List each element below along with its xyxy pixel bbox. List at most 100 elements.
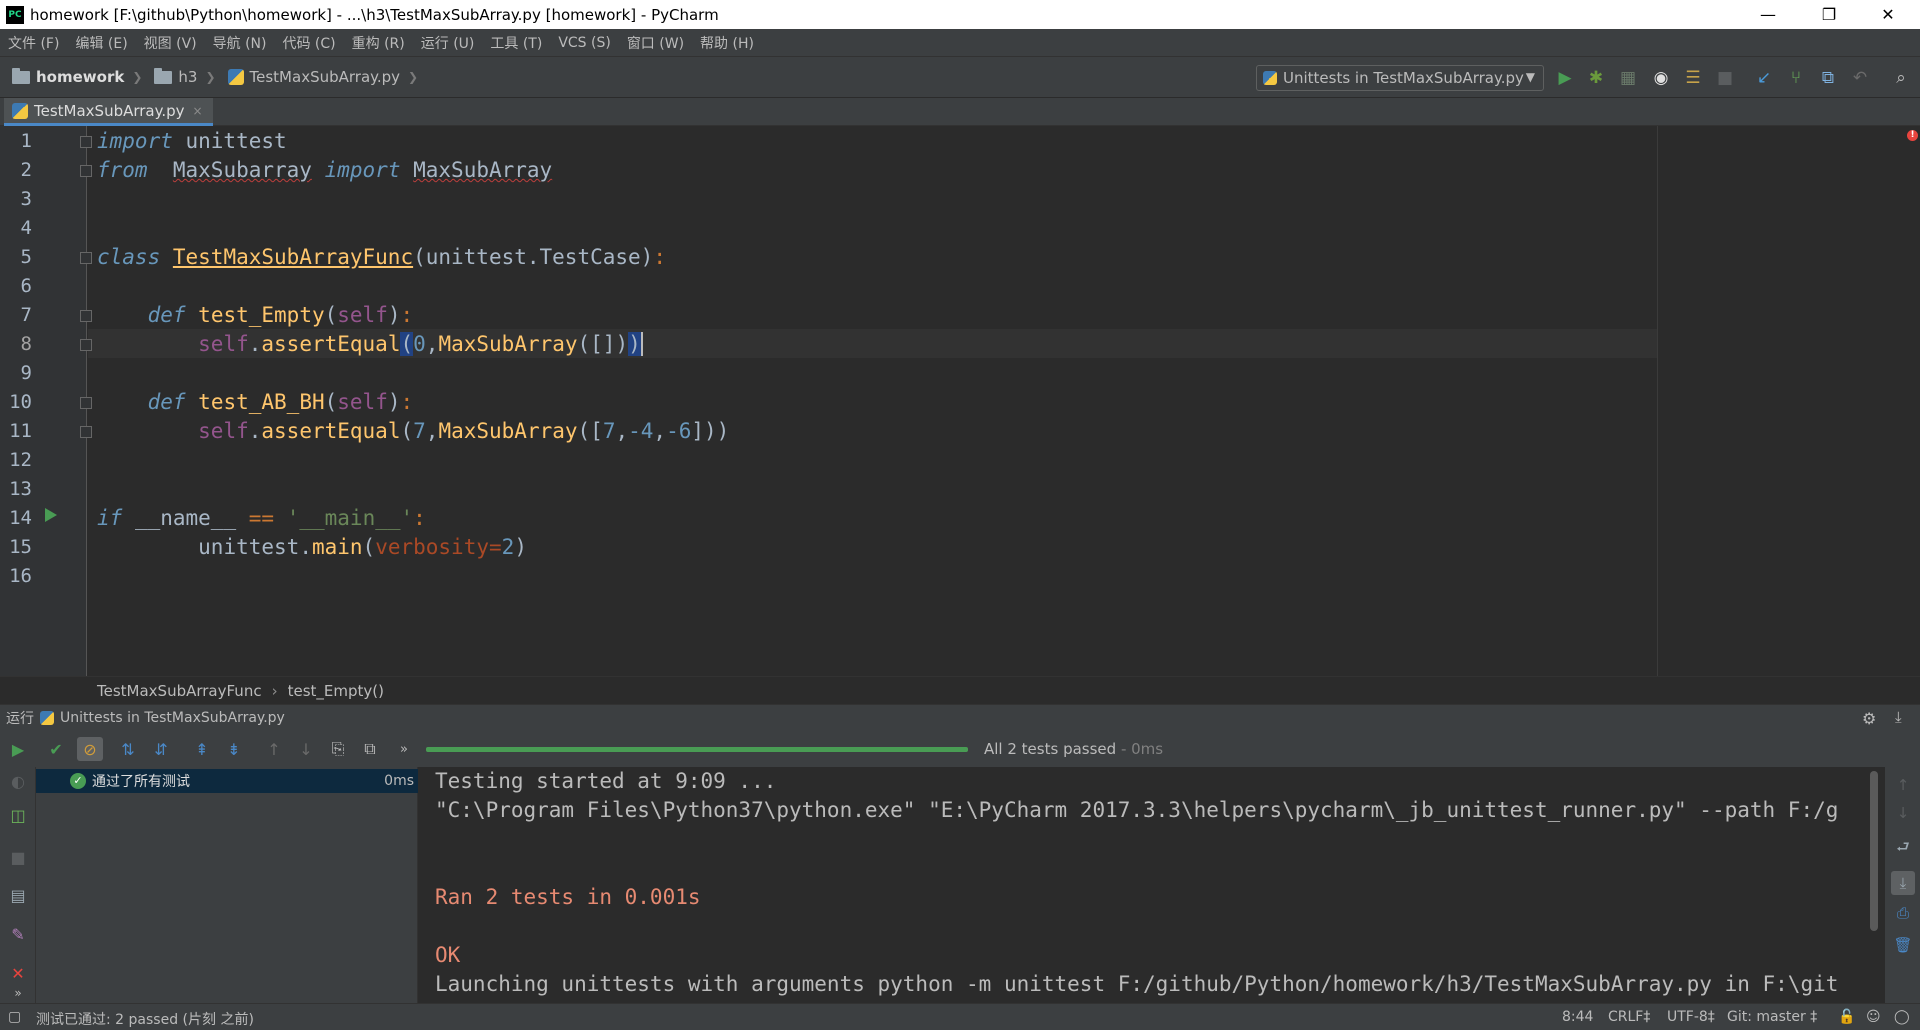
run-config-tab[interactable]: Unittests in TestMaxSubArray.py [60,710,285,726]
status-message[interactable]: 测试已通过: 2 passed (片刻 之前) [36,1009,254,1029]
breadcrumb-folder-label: h3 [178,68,198,86]
breadcrumb-folder[interactable]: h3 ❯ [154,67,216,86]
line-number: 3 [20,188,32,210]
show-ignored-icon[interactable]: ⊘ [77,737,103,761]
vcs-commit-icon[interactable]: ⑂ [1785,67,1807,89]
layout-icon[interactable]: ◫ [8,805,28,825]
clear-all-icon[interactable]: 🗑 [1893,935,1913,955]
run-label: 运行 [6,711,34,727]
close-tab-icon[interactable]: × [193,104,203,118]
search-icon[interactable]: ⌕ [1890,67,1912,89]
tab-testmaxsubarray[interactable]: TestMaxSubArray.py × [4,98,213,126]
rerun-icon[interactable]: ▶ [8,739,28,759]
run-icon[interactable]: ▶ [1554,67,1576,89]
menu-help[interactable]: 帮助 (H) [692,33,762,53]
file-encoding[interactable]: UTF-8‡ [1667,1009,1715,1025]
coverage-icon[interactable]: ▦ [1617,67,1639,89]
console-line: OK [435,943,461,967]
test-tree: ✓ 通过了所有测试 0ms [36,767,418,1003]
expand-all-icon[interactable]: ⇞ [192,739,212,759]
caret-position[interactable]: 8:44 [1562,1009,1593,1025]
status-bar: ▢ 测试已通过: 2 passed (片刻 之前) 8:44 CRLF‡ UTF… [0,1003,1920,1030]
menu-code[interactable]: 代码 (C) [274,33,343,53]
restore-button[interactable]: ❐ [1806,0,1852,29]
stop-icon[interactable]: ■ [1714,67,1736,89]
menu-refactor[interactable]: 重构 (R) [344,33,413,53]
import-results-icon[interactable]: ⧉ [360,739,380,759]
soft-wrap-icon[interactable]: ⮐ [1893,838,1913,859]
fold-marker-icon[interactable] [80,339,92,351]
revert-icon[interactable]: ↶ [1849,67,1871,89]
fold-marker-icon[interactable] [80,136,92,148]
restore-layout-icon[interactable]: ▤ [8,885,28,905]
console-line: Testing started at 9:09 ... [435,769,777,793]
print-icon[interactable]: ⎙ [1893,903,1913,923]
line-number: 9 [20,362,32,384]
menu-view[interactable]: 视图 (V) [136,33,205,53]
hector-icon[interactable]: ☺ [1866,1009,1881,1025]
close-window-button[interactable]: ✕ [1865,0,1911,29]
run-console[interactable]: Testing started at 9:09 ... "C:\Program … [418,767,1885,1003]
show-passed-icon[interactable]: ✔ [46,739,66,759]
sort-duration-icon[interactable]: ⇵ [151,739,171,759]
breadcrumb-project[interactable]: homework ❯ [12,67,142,86]
collapse-all-icon[interactable]: ⇟ [224,739,244,759]
line-number: 7 [20,304,32,326]
line-number: 5 [20,246,32,268]
scroll-up-icon[interactable]: ↑ [1893,775,1913,795]
hide-panel-icon[interactable]: ⤓ [1895,708,1902,726]
lock-icon[interactable]: 🔓 [1838,1009,1855,1025]
error-stripe[interactable] [1904,126,1920,676]
fold-marker-icon[interactable] [80,165,92,177]
menu-file[interactable]: 文件 (F) [0,33,67,53]
line-separator[interactable]: CRLF‡ [1608,1009,1650,1025]
run-gutter-icon[interactable] [45,508,57,522]
concurrency-icon[interactable]: ☰ [1682,67,1704,89]
more-icon[interactable]: » [394,739,414,759]
fold-marker-icon[interactable] [80,310,92,322]
error-indicator-icon[interactable]: ! [1907,130,1918,141]
scroll-to-end-icon[interactable]: ⤓ [1891,871,1915,895]
fold-marker-icon[interactable] [80,252,92,264]
fold-marker-icon[interactable] [80,397,92,409]
more-icon[interactable]: » [8,983,28,1003]
profile-icon[interactable]: ◉ [1650,67,1672,89]
menu-tools[interactable]: 工具 (T) [482,33,550,53]
menu-edit[interactable]: 编辑 (E) [67,33,135,53]
breadcrumb-file[interactable]: TestMaxSubArray.py ❯ [227,68,418,86]
pin-tab-icon[interactable]: ✎ [8,924,28,944]
menu-vcs[interactable]: VCS (S) [550,35,619,51]
menu-run[interactable]: 运行 (U) [413,33,483,53]
gear-icon[interactable]: ⚙ [1862,709,1876,728]
menu-window[interactable]: 窗口 (W) [619,33,692,53]
vcs-update-icon[interactable]: ↙ [1753,67,1775,89]
fold-marker-icon[interactable] [80,426,92,438]
breadcrumb-class[interactable]: TestMaxSubArrayFunc [97,682,262,700]
scroll-down-icon[interactable]: ↓ [1893,803,1913,823]
export-results-icon[interactable]: ⎘ [328,739,348,759]
code-editor[interactable]: 1 2 3 4 5 6 7 8 9 10 11 12 13 14 15 16 i… [0,126,1920,676]
tree-item-time: 0ms [384,773,414,789]
close-icon[interactable]: ✕ [8,963,28,983]
vcs-compare-icon[interactable]: ⧉ [1817,67,1839,89]
test-progress-bar [426,747,968,752]
menu-navigate[interactable]: 导航 (N) [205,33,275,53]
console-scrollbar[interactable] [1870,771,1878,931]
console-line: Launching unittests with arguments pytho… [435,972,1839,996]
run-config-dropdown[interactable]: Unittests in TestMaxSubArray.py ▼ [1256,65,1544,91]
previous-failed-icon[interactable]: ↑ [264,739,284,759]
vcs-branch[interactable]: Git: master ‡ [1727,1009,1817,1025]
console-line: "C:\Program Files\Python37\python.exe" "… [435,798,1839,822]
sort-alpha-icon[interactable]: ⇅ [118,739,138,759]
next-failed-icon[interactable]: ↓ [296,739,316,759]
toggle-tool-windows-icon[interactable]: ▢ [8,1009,21,1025]
breadcrumb-method[interactable]: test_Empty() [288,682,384,700]
tab-label: TestMaxSubArray.py [34,101,185,120]
event-log-icon[interactable]: ◯ [1894,1009,1910,1025]
pin-icon[interactable]: ◐ [8,771,28,791]
stop-icon[interactable]: ■ [8,847,28,867]
debug-icon[interactable]: ✱ [1585,67,1607,89]
minimize-button[interactable]: — [1745,0,1791,29]
chevron-right-icon: ❯ [205,70,216,84]
tree-item-all-passed[interactable]: ✓ 通过了所有测试 0ms [36,769,418,793]
